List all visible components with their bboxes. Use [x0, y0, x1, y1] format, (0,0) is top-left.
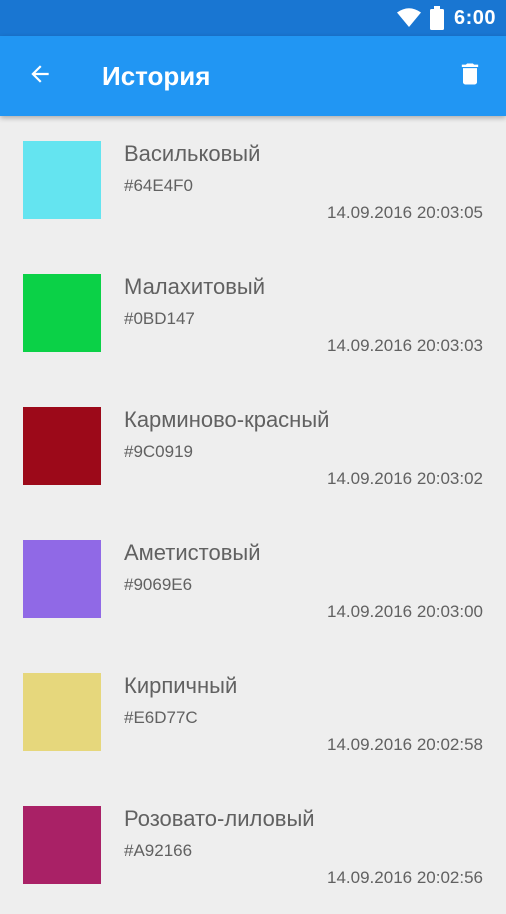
color-hex: #E6D77C [124, 708, 198, 727]
color-name: Аметистовый [124, 540, 261, 565]
history-item[interactable]: Малахитовый #0BD147 14.09.2016 20:03:03 [0, 249, 506, 382]
back-button[interactable] [12, 48, 68, 104]
color-name: Малахитовый [124, 274, 266, 299]
delete-history-button[interactable] [442, 48, 498, 104]
history-item[interactable]: Васильковый #64E4F0 14.09.2016 20:03:05 [0, 116, 506, 249]
timestamp: 14.09.2016 20:02:58 [327, 735, 483, 754]
color-hex: #0BD147 [124, 309, 195, 328]
app-bar: История [0, 36, 506, 116]
color-hex: #9069E6 [124, 575, 193, 594]
color-swatch [23, 540, 101, 618]
wifi-icon [396, 8, 422, 28]
color-name: Розовато-лиловый [124, 806, 315, 831]
color-hex: #9C0919 [124, 442, 194, 461]
color-swatch [23, 274, 101, 352]
page-title: История [102, 61, 211, 91]
color-swatch [23, 407, 101, 485]
battery-icon [429, 6, 444, 30]
status-bar: 6:00 [0, 0, 506, 36]
color-swatch [23, 806, 101, 884]
color-name: Васильковый [124, 141, 261, 166]
history-item[interactable]: Розовато-лиловый #A92166 14.09.2016 20:0… [0, 781, 506, 914]
timestamp: 14.09.2016 20:03:03 [327, 336, 483, 355]
history-item[interactable]: Аметистовый #9069E6 14.09.2016 20:03:00 [0, 515, 506, 648]
color-name: Кирпичный [124, 673, 238, 698]
history-list: Васильковый #64E4F0 14.09.2016 20:03:05 … [0, 116, 506, 914]
color-swatch [23, 141, 101, 219]
status-time: 6:00 [453, 6, 496, 29]
history-item[interactable]: Кирпичный #E6D77C 14.09.2016 20:02:58 [0, 648, 506, 781]
timestamp: 14.09.2016 20:03:00 [327, 602, 483, 621]
timestamp: 14.09.2016 20:03:05 [327, 203, 483, 222]
color-name: Карминово-красный [124, 407, 330, 432]
history-item[interactable]: Карминово-красный #9C0919 14.09.2016 20:… [0, 382, 506, 515]
timestamp: 14.09.2016 20:02:56 [327, 868, 483, 887]
color-hex: #A92166 [124, 841, 193, 860]
color-hex: #64E4F0 [124, 176, 193, 195]
color-swatch [23, 673, 101, 751]
timestamp: 14.09.2016 20:03:02 [327, 469, 483, 488]
trash-icon [456, 60, 484, 93]
arrow-back-icon [27, 61, 53, 92]
